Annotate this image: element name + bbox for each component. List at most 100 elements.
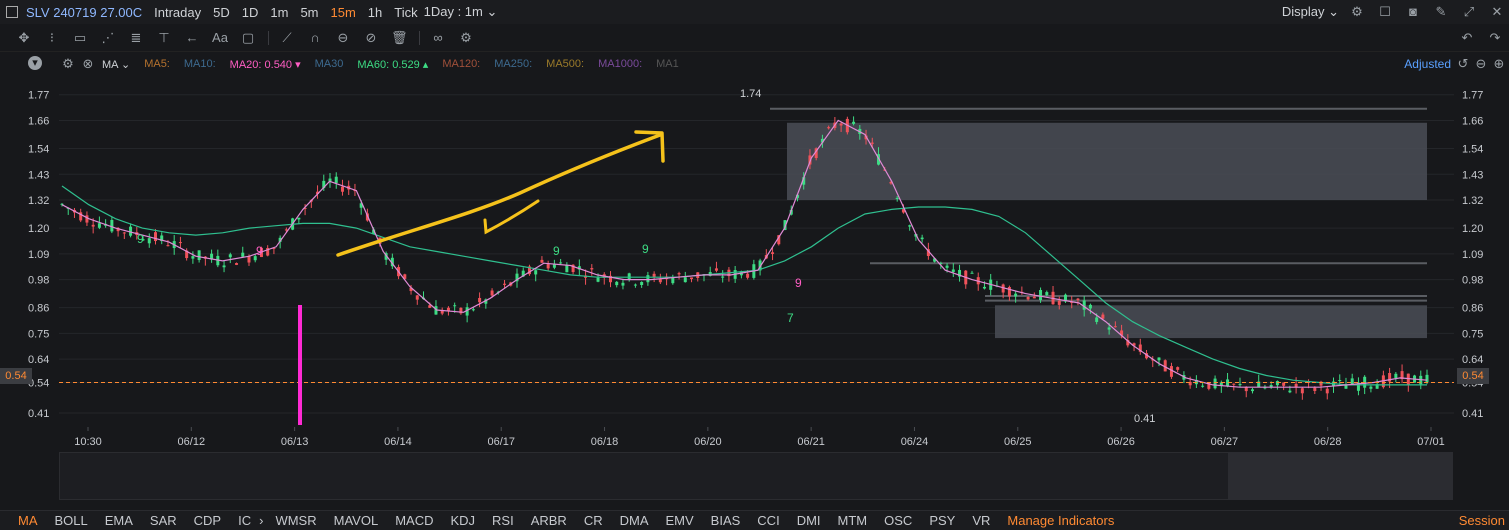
manage-indicators-button[interactable]: Manage Indicators bbox=[1007, 513, 1114, 528]
x-tick-label: 06/18 bbox=[591, 436, 619, 448]
indicator-ema[interactable]: EMA bbox=[105, 513, 133, 528]
arrow-tool-icon[interactable]: ← bbox=[184, 30, 200, 46]
redo-icon[interactable]: ↷ bbox=[1487, 30, 1503, 46]
candle-body bbox=[334, 176, 338, 183]
indicator-bias[interactable]: BIAS bbox=[711, 513, 741, 528]
y-tick-label: 0.86 bbox=[28, 303, 49, 315]
adjusted-label[interactable]: Adjusted bbox=[1404, 57, 1451, 71]
comment-tool-icon[interactable]: ▢ bbox=[240, 30, 256, 46]
pen-icon[interactable]: ✎ bbox=[1433, 4, 1449, 20]
hide-drawings-icon[interactable]: ⊘ bbox=[363, 30, 379, 46]
indicator-arbr[interactable]: ARBR bbox=[531, 513, 567, 528]
ruler-icon[interactable]: ⟋ bbox=[279, 30, 295, 46]
y-tick-label: 1.32 bbox=[1462, 195, 1483, 207]
close-icon[interactable]: ✕ bbox=[1489, 4, 1505, 20]
candle-body bbox=[197, 250, 201, 261]
collapse-icon[interactable]: ▾ bbox=[28, 56, 42, 70]
sidebar-toggle-icon[interactable] bbox=[6, 6, 18, 18]
magnet-icon[interactable]: ∩ bbox=[307, 30, 323, 46]
candle-body bbox=[771, 252, 775, 254]
current-price-tag-right: 0.54 bbox=[1457, 368, 1489, 384]
tab-5m[interactable]: 5m bbox=[300, 5, 318, 20]
anchor-tool-icon[interactable]: ⊤ bbox=[156, 30, 172, 46]
camera-icon[interactable]: ◙ bbox=[1405, 4, 1421, 20]
indicator-vr[interactable]: VR bbox=[972, 513, 990, 528]
candle-body bbox=[895, 197, 899, 199]
ma-type-select[interactable]: MA ⌄ bbox=[102, 58, 130, 71]
indicator-cr[interactable]: CR bbox=[584, 513, 603, 528]
candle-body bbox=[153, 232, 157, 242]
tab-1d[interactable]: 1D bbox=[242, 5, 259, 20]
x-axis: 10:30 06/12 06/13 06/14 06/17 06/18 06/20 06/21… bbox=[74, 427, 1445, 448]
navigator-window[interactable] bbox=[1228, 452, 1453, 500]
y-tick-label: 0.41 bbox=[1462, 408, 1483, 420]
ma-remove-icon[interactable]: ⊗ bbox=[80, 56, 96, 72]
text-tool-icon[interactable]: Aa bbox=[212, 30, 228, 46]
tab-5d[interactable]: 5D bbox=[213, 5, 230, 20]
indicator-ma[interactable]: MA bbox=[18, 513, 38, 528]
indicator-mtm[interactable]: MTM bbox=[838, 513, 868, 528]
indicator-dma[interactable]: DMA bbox=[620, 513, 649, 528]
candle-body bbox=[241, 252, 245, 257]
toolbar-settings-icon[interactable]: ⚙ bbox=[458, 30, 474, 46]
chevron-right-icon[interactable]: › bbox=[259, 513, 263, 528]
link-icon[interactable]: ∞ bbox=[430, 30, 446, 46]
settings-gear-icon[interactable]: ⚙ bbox=[1349, 4, 1365, 20]
x-tick-label: 06/24 bbox=[901, 436, 929, 448]
indicator-boll[interactable]: BOLL bbox=[55, 513, 88, 528]
indicator-cci[interactable]: CCI bbox=[757, 513, 779, 528]
tab-tick[interactable]: Tick bbox=[394, 5, 417, 20]
indicator-sar[interactable]: SAR bbox=[150, 513, 177, 528]
rectangle-tool-icon[interactable]: ▭ bbox=[72, 30, 88, 46]
indicator-cdp[interactable]: CDP bbox=[194, 513, 221, 528]
candle-body bbox=[1169, 366, 1173, 377]
candle-body bbox=[340, 186, 344, 192]
crosshair-icon[interactable]: ✥ bbox=[16, 30, 32, 46]
undo-icon[interactable]: ↶ bbox=[1459, 30, 1475, 46]
current-price-tag-left: 0.54 bbox=[0, 368, 32, 384]
candle-body bbox=[1238, 384, 1242, 386]
layout-icon[interactable]: ☐ bbox=[1377, 4, 1393, 20]
ma-settings-icon[interactable]: ⚙ bbox=[60, 56, 76, 72]
tab-intraday[interactable]: Intraday bbox=[154, 5, 201, 20]
y-tick-label: 0.41 bbox=[28, 408, 49, 420]
lock-icon[interactable]: ⊖ bbox=[335, 30, 351, 46]
trash-icon[interactable]: 🗑 bbox=[391, 30, 408, 46]
indicator-emv[interactable]: EMV bbox=[666, 513, 694, 528]
indicator-macd[interactable]: MACD bbox=[395, 513, 433, 528]
candle-body bbox=[546, 264, 550, 269]
y-tick-label: 1.66 bbox=[1462, 115, 1483, 127]
indicator-osc[interactable]: OSC bbox=[884, 513, 912, 528]
indicator-rsi[interactable]: RSI bbox=[492, 513, 514, 528]
reset-icon[interactable]: ↺ bbox=[1455, 56, 1471, 72]
indicator-psy[interactable]: PSY bbox=[929, 513, 955, 528]
price-chart[interactable]: 1.77 1.66 1.54 1.43 1.32 1.20 1.09 0.98 0.86 0.75… bbox=[0, 75, 1509, 450]
candle-body bbox=[1406, 373, 1410, 386]
candle-body bbox=[1157, 357, 1161, 361]
session-button[interactable]: Session bbox=[1459, 513, 1505, 528]
annotation-arrow bbox=[336, 130, 665, 257]
ma120-value: MA120: bbox=[442, 58, 481, 70]
candle-body bbox=[1288, 390, 1292, 393]
line-tool-icon[interactable]: ⁝ bbox=[44, 30, 60, 46]
tab-1m[interactable]: 1m bbox=[270, 5, 288, 20]
indicator-wmsr[interactable]: WMSR bbox=[275, 513, 316, 528]
zoom-out-icon[interactable]: ⊖ bbox=[1473, 56, 1489, 72]
trend-tool-icon[interactable]: ⋰ bbox=[100, 30, 116, 46]
zoom-in-icon[interactable]: ⊕ bbox=[1491, 56, 1507, 72]
indicator-dmi[interactable]: DMI bbox=[797, 513, 821, 528]
indicator-ic[interactable]: IC bbox=[238, 513, 251, 528]
candle-body bbox=[1369, 386, 1373, 389]
candle-body bbox=[453, 305, 457, 307]
symbol-title[interactable]: SLV 240719 27.00C bbox=[26, 5, 142, 20]
tab-15m[interactable]: 15m bbox=[331, 5, 356, 20]
candle-body bbox=[147, 238, 151, 244]
tab-1h[interactable]: 1h bbox=[368, 5, 382, 20]
fullscreen-icon[interactable]: ⤢ bbox=[1461, 4, 1477, 20]
chevron-down-icon: ⌄ bbox=[1328, 4, 1339, 19]
indicator-kdj[interactable]: KDJ bbox=[450, 513, 475, 528]
interval-select[interactable]: 1Day : 1m ⌄ bbox=[424, 4, 498, 20]
fib-tool-icon[interactable]: ≣ bbox=[128, 30, 144, 46]
indicator-mavol[interactable]: MAVOL bbox=[334, 513, 379, 528]
display-menu[interactable]: Display ⌄ bbox=[1282, 4, 1339, 20]
